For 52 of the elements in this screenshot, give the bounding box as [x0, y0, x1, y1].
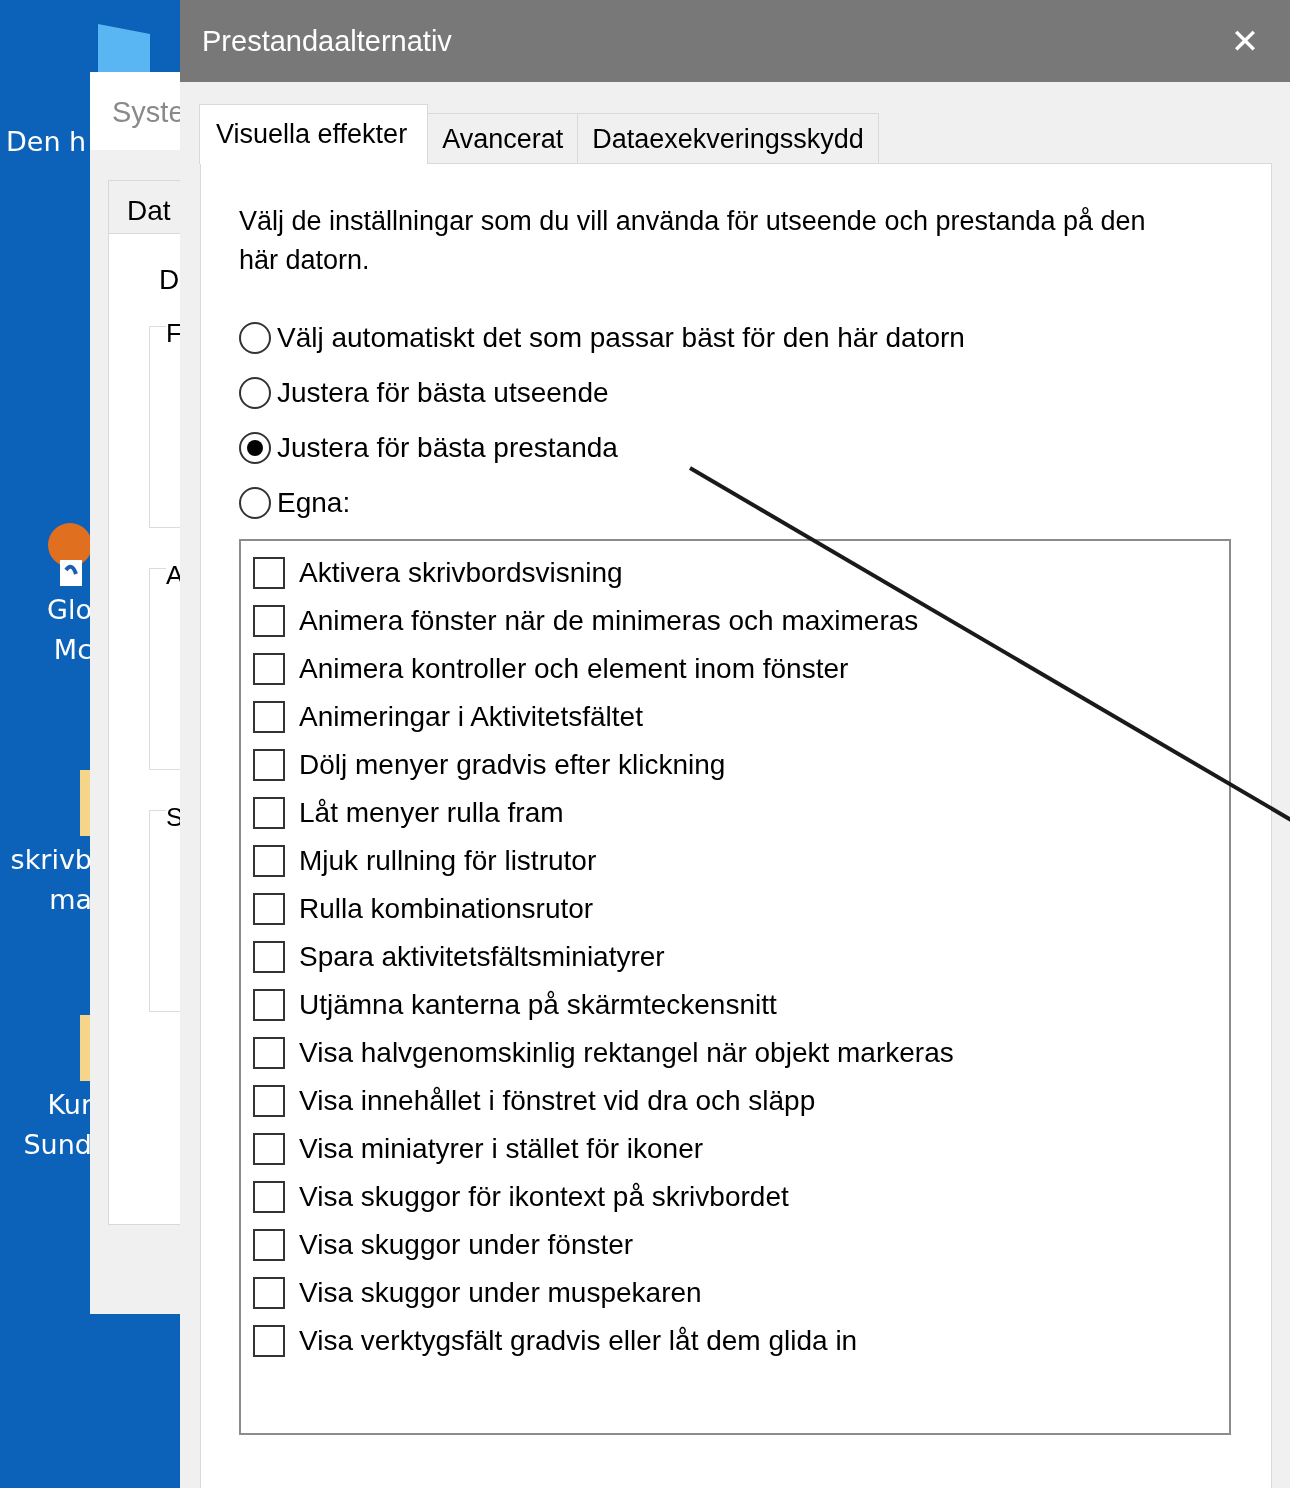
desktop-icon-label[interactable]: Den h [0, 122, 87, 162]
checkbox-label: Utjämna kanterna på skärmteckensnitt [299, 989, 777, 1021]
close-button[interactable]: ✕ [1200, 0, 1290, 82]
radio-button[interactable] [239, 487, 271, 519]
desktop-icon-label[interactable]: Kur Sund [0, 1085, 92, 1165]
checkbox[interactable] [253, 701, 285, 733]
checkbox-label: Dölj menyer gradvis efter klickning [299, 749, 726, 781]
description-text: Välj de inställningar som du vill använda för utseende och prestanda på den här datorn. [239, 205, 1147, 277]
checkbox[interactable] [253, 557, 285, 589]
checkbox-label: Visa skuggor under muspekaren [299, 1277, 702, 1309]
checkbox-label: Aktivera skrivbordsvisning [299, 557, 623, 589]
desktop-icon-label[interactable]: skrivb ma [0, 840, 92, 920]
checkbox[interactable] [253, 845, 285, 877]
checkbox-label: Animera kontroller och element inom fönster [299, 653, 849, 685]
window-title: Prestandaalternativ [202, 24, 452, 58]
desktop-icon-label[interactable]: Glo Mc [0, 590, 92, 670]
checkbox-label: Visa verktygsfält gradvis eller låt dem glida in [299, 1325, 858, 1357]
checkbox-label: Visa innehållet i fönstret vid dra och släpp [299, 1085, 816, 1117]
checkbox[interactable] [253, 893, 285, 925]
checkbox[interactable] [253, 797, 285, 829]
radio-button[interactable] [239, 377, 271, 409]
checkbox[interactable] [253, 1277, 285, 1309]
checkbox[interactable] [253, 749, 285, 781]
checkbox[interactable] [253, 1133, 285, 1165]
radio-button[interactable] [239, 432, 271, 464]
checkbox-label: Mjuk rullning för listrutor [299, 845, 597, 877]
radio-label: Egna: [277, 487, 351, 519]
checkbox-label: Visa skuggor under fönster [299, 1229, 634, 1261]
checkbox-label: Spara aktivitetsfältsminiatyrer [299, 941, 665, 973]
checkbox[interactable] [253, 1229, 285, 1261]
checkbox[interactable] [253, 1325, 285, 1357]
tab[interactable]: Dataexekveringsskydd [577, 113, 879, 163]
checkbox-label: Animeringar i Aktivitetsfältet [299, 701, 643, 733]
checkbox[interactable] [253, 605, 285, 637]
radio-label: Välj automatiskt det som passar bäst för den här datorn [277, 322, 965, 354]
checkbox-label: Animera fönster när de minimeras och maximeras [299, 605, 919, 637]
checkbox-label: Visa miniatyrer i stället för ikoner [299, 1133, 704, 1165]
checkbox[interactable] [253, 941, 285, 973]
checkbox-label: Rulla kombinationsrutor [299, 893, 594, 925]
radio-label: Justera för bästa prestanda [277, 432, 618, 464]
checkbox-label: Låt menyer rulla fram [299, 797, 564, 829]
checkbox[interactable] [253, 1085, 285, 1117]
radio-label: Justera för bästa utseende [277, 377, 609, 409]
tab[interactable]: Visuella effekter [199, 104, 429, 164]
checkbox-label: Visa skuggor för ikontext på skrivbordet [299, 1181, 789, 1213]
checkbox[interactable] [253, 989, 285, 1021]
radio-button[interactable] [239, 322, 271, 354]
heading-text: D [159, 264, 181, 296]
checkbox[interactable] [253, 1037, 285, 1069]
checkbox-label: Visa halvgenomskinlig rektangel när objekt markeras [299, 1037, 954, 1069]
checkbox[interactable] [253, 1181, 285, 1213]
checkbox[interactable] [253, 653, 285, 685]
